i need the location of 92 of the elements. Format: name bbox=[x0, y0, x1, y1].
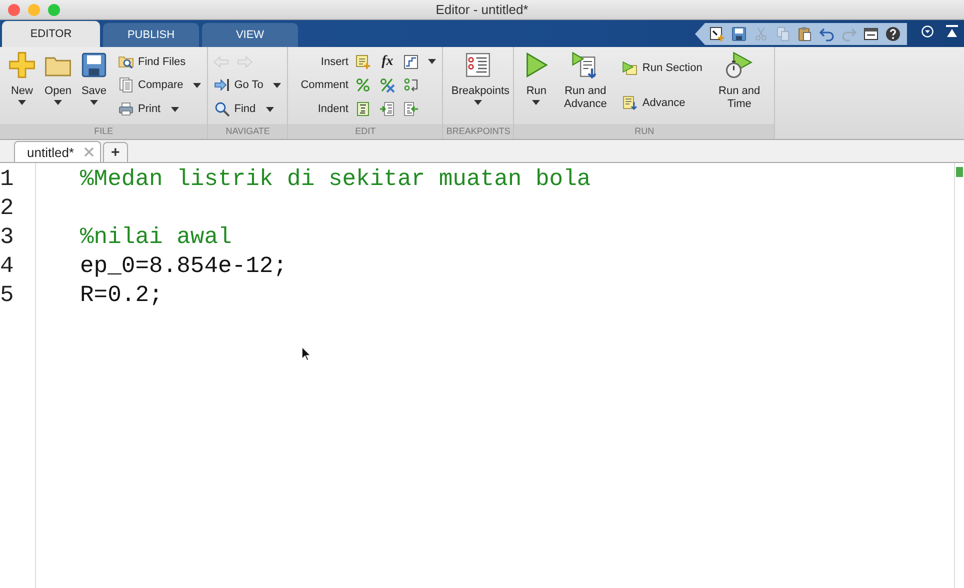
plus-icon bbox=[8, 51, 36, 79]
section-title: NAVIGATE bbox=[226, 125, 270, 138]
window-icon bbox=[863, 26, 879, 42]
caret-icon bbox=[193, 82, 202, 88]
help-icon bbox=[885, 26, 901, 42]
find-button[interactable]: Find bbox=[212, 100, 284, 118]
document-plus-icon bbox=[709, 26, 725, 42]
play-note-icon bbox=[622, 60, 638, 76]
percent-arrow-icon bbox=[403, 77, 420, 94]
caret-icon bbox=[474, 100, 482, 105]
pointer-cursor-icon bbox=[301, 346, 311, 361]
switch-windows-button[interactable] bbox=[863, 26, 879, 42]
code-comment: %nilai awal bbox=[80, 224, 232, 250]
help-button[interactable] bbox=[885, 26, 901, 42]
right-arrow-icon bbox=[237, 54, 254, 70]
indent-icon bbox=[379, 101, 396, 118]
document-icon bbox=[355, 101, 372, 118]
section-title: BREAKPOINTS bbox=[446, 125, 510, 138]
document-tab[interactable]: untitled* bbox=[14, 141, 101, 162]
open-button[interactable]: Open bbox=[40, 47, 76, 124]
uncomment-button[interactable] bbox=[378, 76, 396, 94]
new-button[interactable]: New bbox=[4, 47, 40, 124]
row-label: Comment bbox=[300, 79, 348, 92]
stopwatch-play-icon bbox=[725, 51, 754, 79]
row-label: Indent bbox=[316, 103, 348, 116]
save-button[interactable] bbox=[731, 26, 747, 42]
code-line: R=0.2; bbox=[80, 282, 163, 308]
printer-icon bbox=[118, 101, 134, 118]
caret-icon bbox=[90, 100, 98, 105]
line-number: 4 bbox=[0, 253, 14, 279]
section-title: EDIT bbox=[355, 125, 376, 138]
redo-icon bbox=[841, 26, 857, 42]
window-title: Editor - untitled* bbox=[436, 2, 528, 17]
status-indicator bbox=[956, 167, 963, 177]
fixed-point-button[interactable] bbox=[402, 52, 420, 71]
save-button[interactable]: Save bbox=[76, 47, 112, 124]
section-title: RUN bbox=[634, 125, 654, 138]
find-files-button[interactable]: Find Files bbox=[116, 52, 204, 71]
line-number: 2 bbox=[0, 195, 14, 221]
outdent-button[interactable] bbox=[402, 100, 420, 118]
circle-caret-icon[interactable] bbox=[921, 24, 934, 38]
run-button[interactable]: Run bbox=[518, 47, 554, 124]
undo-button[interactable] bbox=[819, 26, 835, 42]
collapse-icon[interactable] bbox=[946, 24, 958, 38]
outdent-icon bbox=[403, 101, 420, 118]
insert-section-button[interactable] bbox=[354, 52, 372, 71]
run-and-time-button[interactable]: Run and Time bbox=[708, 47, 770, 124]
ribbon-tab[interactable]: PUBLISH bbox=[103, 23, 199, 47]
compare-button[interactable]: Compare bbox=[116, 76, 204, 94]
folder-search-icon bbox=[118, 54, 134, 70]
line-number: 1 bbox=[0, 166, 14, 192]
ribbon-tab[interactable]: EDITOR bbox=[2, 21, 100, 47]
caret-icon bbox=[170, 106, 179, 112]
run-and-advance-button[interactable]: Run and Advance bbox=[554, 47, 616, 124]
paste-button[interactable] bbox=[797, 26, 813, 42]
print-button[interactable]: Print bbox=[116, 100, 204, 118]
indent-button[interactable] bbox=[378, 100, 396, 118]
arrow-bar-icon bbox=[214, 77, 230, 94]
go-to-button[interactable]: Go To bbox=[212, 76, 284, 94]
ribbon-tab[interactable]: VIEW bbox=[202, 23, 298, 47]
code-comment: %Medan listrik di sekitar muatan bola bbox=[80, 166, 591, 192]
caret-icon bbox=[266, 106, 274, 112]
line-number: 3 bbox=[0, 224, 14, 250]
run-section-button[interactable]: Run Section bbox=[620, 58, 704, 77]
row-label: Insert bbox=[320, 56, 348, 68]
new-tab-button[interactable]: + bbox=[102, 142, 128, 162]
caret-icon bbox=[18, 100, 26, 105]
section-title: FILE bbox=[94, 125, 114, 138]
note-plus-icon bbox=[355, 54, 372, 70]
more-button[interactable] bbox=[426, 59, 438, 64]
percent-cross-icon bbox=[379, 77, 396, 94]
clipboard-icon bbox=[797, 26, 813, 42]
step-box-icon bbox=[403, 54, 420, 70]
search-icon bbox=[214, 101, 230, 118]
advance-button[interactable]: Advance bbox=[620, 94, 704, 112]
code-line: ep_0=8.854e-12; bbox=[80, 253, 288, 279]
caret-icon bbox=[532, 100, 540, 105]
caret-icon bbox=[273, 82, 282, 88]
breakpoints-button[interactable]: Breakpoints bbox=[447, 47, 510, 124]
percent-icon bbox=[355, 77, 372, 94]
breakpoint-list-icon bbox=[464, 51, 492, 79]
document-icon bbox=[118, 77, 134, 94]
line-number: 5 bbox=[0, 282, 14, 308]
document-arrow-icon bbox=[622, 95, 638, 112]
new-script-button[interactable] bbox=[709, 26, 725, 42]
undo-icon bbox=[819, 26, 835, 42]
left-arrow-icon bbox=[213, 54, 230, 70]
insert-function-button[interactable]: fx bbox=[378, 52, 396, 71]
scissors-icon bbox=[753, 26, 769, 42]
comment-button[interactable] bbox=[354, 76, 372, 94]
copy-icon bbox=[775, 26, 791, 42]
caret-icon bbox=[54, 100, 62, 105]
